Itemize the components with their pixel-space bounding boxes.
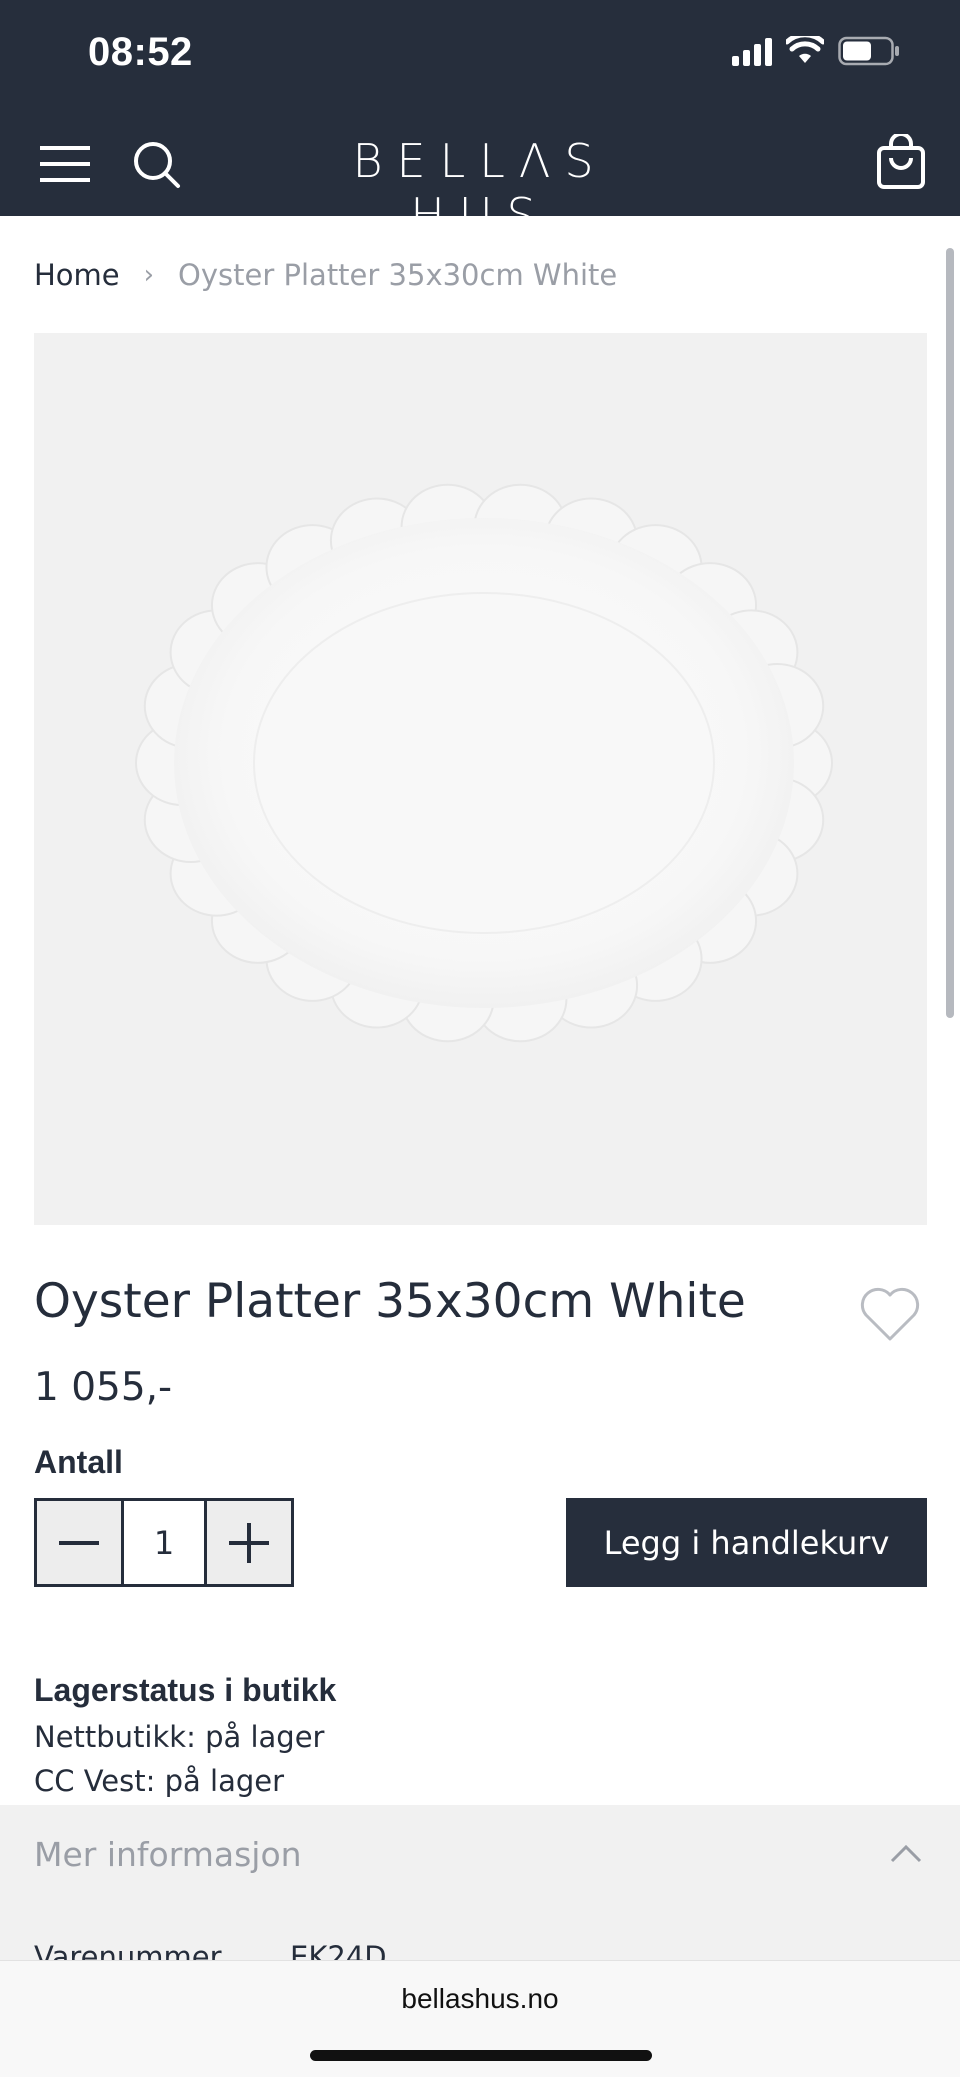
wifi-icon bbox=[786, 36, 824, 66]
brand-logo[interactable]: BELLΛS HUS bbox=[300, 134, 660, 242]
stock-line-store: CC Vest: på lager bbox=[34, 1764, 285, 1798]
status-time: 08:52 bbox=[88, 30, 193, 74]
home-indicator[interactable] bbox=[310, 2050, 652, 2061]
add-to-cart-button[interactable]: Legg i handlekurv bbox=[566, 1498, 927, 1587]
shopping-bag-icon bbox=[877, 132, 925, 189]
increase-quantity-button[interactable] bbox=[207, 1501, 291, 1584]
app-header: 08:52 BELLΛS HUS bbox=[0, 0, 960, 242]
chevron-right-icon: › bbox=[143, 260, 155, 290]
browser-bottom-bar: bellashus.no bbox=[0, 1960, 960, 2077]
oyster-platter-image bbox=[135, 483, 833, 1043]
stock-status-title: Lagerstatus i butikk bbox=[34, 1672, 337, 1708]
more-info-label: Mer informasjon bbox=[34, 1835, 302, 1874]
menu-button[interactable] bbox=[40, 144, 90, 184]
cart-button[interactable] bbox=[876, 132, 926, 190]
search-icon bbox=[134, 142, 180, 188]
quantity-input[interactable]: 1 bbox=[121, 1501, 207, 1584]
url-bar[interactable]: bellashus.no bbox=[0, 1983, 960, 2015]
more-info-accordion[interactable]: Mer informasjon Varenummer EK24D bbox=[0, 1805, 960, 1974]
nav-bar: BELLΛS HUS bbox=[0, 128, 960, 242]
signal-icon bbox=[732, 36, 772, 66]
stock-line-online: Nettbutikk: på lager bbox=[34, 1720, 325, 1754]
heart-icon bbox=[860, 1287, 920, 1341]
wishlist-button[interactable] bbox=[858, 1285, 922, 1343]
minus-icon bbox=[59, 1540, 99, 1545]
breadcrumb: Home › Oyster Platter 35x30cm White bbox=[34, 258, 617, 292]
product-image[interactable] bbox=[34, 333, 927, 1225]
search-button[interactable] bbox=[132, 140, 182, 190]
product-title: Oyster Platter 35x30cm White bbox=[34, 1274, 746, 1329]
status-icons bbox=[732, 36, 900, 66]
menu-icon bbox=[40, 146, 90, 182]
breadcrumb-current: Oyster Platter 35x30cm White bbox=[178, 258, 618, 292]
battery-icon bbox=[838, 36, 900, 66]
decrease-quantity-button[interactable] bbox=[37, 1501, 121, 1584]
quantity-label: Antall bbox=[34, 1444, 123, 1480]
breadcrumb-home-link[interactable]: Home bbox=[34, 258, 120, 292]
product-price: 1 055,- bbox=[34, 1365, 173, 1410]
quantity-stepper: 1 bbox=[34, 1498, 294, 1587]
plus-icon bbox=[229, 1522, 269, 1563]
page-scrollbar[interactable] bbox=[946, 248, 954, 1018]
chevron-up-icon[interactable] bbox=[888, 1841, 924, 1865]
